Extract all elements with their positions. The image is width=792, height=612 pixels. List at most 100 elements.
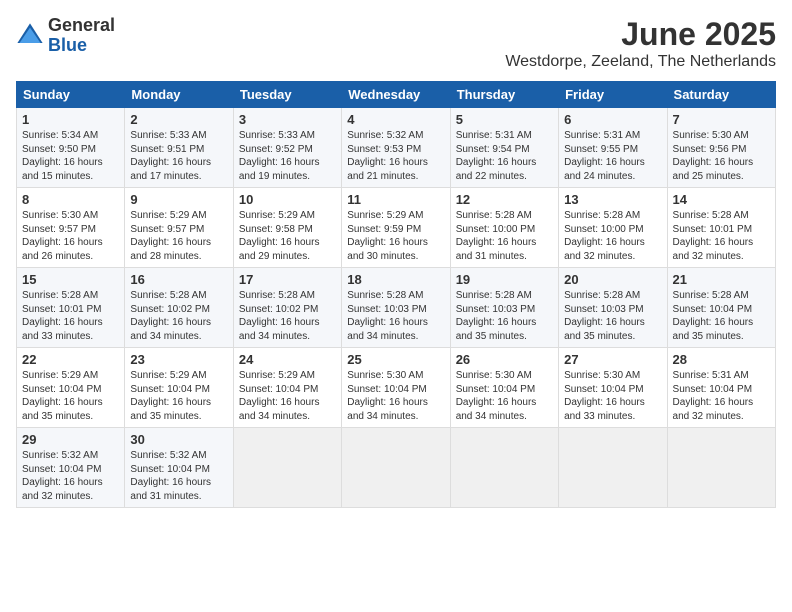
day-cell-25: 25 Sunrise: 5:30 AMSunset: 10:04 PMDaylig… xyxy=(342,348,450,428)
header-sunday: Sunday xyxy=(17,82,125,108)
week-row-1: 1 Sunrise: 5:34 AMSunset: 9:50 PMDaylight… xyxy=(17,108,776,188)
day-info: Sunrise: 5:28 AMSunset: 10:01 PMDaylight… xyxy=(673,209,770,263)
day-info: Sunrise: 5:30 AMSunset: 9:57 PMDaylight:… xyxy=(22,209,119,263)
day-info: Sunrise: 5:30 AMSunset: 9:56 PMDaylight:… xyxy=(673,129,770,183)
title-block: June 2025 Westdorpe, Zeeland, The Nether… xyxy=(505,16,776,71)
calendar-table: SundayMondayTuesdayWednesdayThursdayFrid… xyxy=(16,81,776,508)
day-info: Sunrise: 5:29 AMSunset: 9:57 PMDaylight:… xyxy=(130,209,227,263)
logo-text: General Blue xyxy=(48,16,115,56)
day-info: Sunrise: 5:32 AMSunset: 10:04 PMDaylight… xyxy=(22,449,119,503)
day-cell-24: 24 Sunrise: 5:29 AMSunset: 10:04 PMDaylig… xyxy=(233,348,341,428)
logo: General Blue xyxy=(16,16,115,56)
day-number: 18 xyxy=(347,272,444,287)
day-number: 25 xyxy=(347,352,444,367)
day-number: 15 xyxy=(22,272,119,287)
day-cell-17: 17 Sunrise: 5:28 AMSunset: 10:02 PMDaylig… xyxy=(233,268,341,348)
day-number: 24 xyxy=(239,352,336,367)
day-info: Sunrise: 5:28 AMSunset: 10:02 PMDaylight… xyxy=(130,289,227,343)
day-number: 11 xyxy=(347,192,444,207)
day-number: 3 xyxy=(239,112,336,127)
day-cell-9: 9 Sunrise: 5:29 AMSunset: 9:57 PMDaylight… xyxy=(125,188,233,268)
day-cell-5: 5Sunrise: 5:31 AMSunset: 9:54 PMDaylight… xyxy=(450,108,558,188)
empty-cell xyxy=(233,428,341,508)
day-number: 19 xyxy=(456,272,553,287)
day-cell-13: 13Sunrise: 5:28 AMSunset: 10:00 PMDaylig… xyxy=(559,188,667,268)
day-number: 26 xyxy=(456,352,553,367)
week-row-5: 29 Sunrise: 5:32 AMSunset: 10:04 PMDaylig… xyxy=(17,428,776,508)
day-number: 10 xyxy=(239,192,336,207)
day-number: 8 xyxy=(22,192,119,207)
day-cell-3: 3Sunrise: 5:33 AMSunset: 9:52 PMDaylight… xyxy=(233,108,341,188)
header-monday: Monday xyxy=(125,82,233,108)
day-info: Sunrise: 5:28 AMSunset: 10:01 PMDaylight… xyxy=(22,289,119,343)
header-friday: Friday xyxy=(559,82,667,108)
day-cell-16: 16 Sunrise: 5:28 AMSunset: 10:02 PMDaylig… xyxy=(125,268,233,348)
day-info: Sunrise: 5:31 AMSunset: 9:55 PMDaylight:… xyxy=(564,129,661,183)
day-info: Sunrise: 5:33 AMSunset: 9:51 PMDaylight:… xyxy=(130,129,227,183)
day-info: Sunrise: 5:31 AMSunset: 10:04 PMDaylight… xyxy=(673,369,770,423)
week-row-4: 22Sunrise: 5:29 AMSunset: 10:04 PMDaylig… xyxy=(17,348,776,428)
day-cell-23: 23Sunrise: 5:29 AMSunset: 10:04 PMDaylig… xyxy=(125,348,233,428)
page-header: General Blue June 2025 Westdorpe, Zeelan… xyxy=(16,16,776,71)
day-info: Sunrise: 5:29 AMSunset: 10:04 PMDaylight… xyxy=(22,369,119,423)
day-number: 6 xyxy=(564,112,661,127)
day-number: 1 xyxy=(22,112,119,127)
empty-cell xyxy=(342,428,450,508)
day-number: 27 xyxy=(564,352,661,367)
day-number: 17 xyxy=(239,272,336,287)
day-cell-20: 20 Sunrise: 5:28 AMSunset: 10:03 PMDaylig… xyxy=(559,268,667,348)
day-cell-21: 21Sunrise: 5:28 AMSunset: 10:04 PMDaylig… xyxy=(667,268,775,348)
logo-icon xyxy=(16,22,44,50)
day-info: Sunrise: 5:29 AMSunset: 10:04 PMDaylight… xyxy=(239,369,336,423)
day-cell-29: 29 Sunrise: 5:32 AMSunset: 10:04 PMDaylig… xyxy=(17,428,125,508)
day-info: Sunrise: 5:28 AMSunset: 10:00 PMDaylight… xyxy=(456,209,553,263)
day-info: Sunrise: 5:29 AMSunset: 10:04 PMDaylight… xyxy=(130,369,227,423)
day-info: Sunrise: 5:28 AMSunset: 10:03 PMDaylight… xyxy=(347,289,444,343)
header-tuesday: Tuesday xyxy=(233,82,341,108)
day-cell-11: 11 Sunrise: 5:29 AMSunset: 9:59 PMDayligh… xyxy=(342,188,450,268)
day-info: Sunrise: 5:32 AMSunset: 9:53 PMDaylight:… xyxy=(347,129,444,183)
empty-cell xyxy=(450,428,558,508)
logo-blue: Blue xyxy=(48,36,115,56)
week-row-2: 8 Sunrise: 5:30 AMSunset: 9:57 PMDaylight… xyxy=(17,188,776,268)
header-saturday: Saturday xyxy=(667,82,775,108)
day-number: 14 xyxy=(673,192,770,207)
day-cell-1: 1 Sunrise: 5:34 AMSunset: 9:50 PMDaylight… xyxy=(17,108,125,188)
logo-general: General xyxy=(48,16,115,36)
day-cell-28: 28 Sunrise: 5:31 AMSunset: 10:04 PMDaylig… xyxy=(667,348,775,428)
header-thursday: Thursday xyxy=(450,82,558,108)
location-title: Westdorpe, Zeeland, The Netherlands xyxy=(505,53,776,71)
day-info: Sunrise: 5:30 AMSunset: 10:04 PMDaylight… xyxy=(456,369,553,423)
header-row: SundayMondayTuesdayWednesdayThursdayFrid… xyxy=(17,82,776,108)
day-cell-10: 10Sunrise: 5:29 AMSunset: 9:58 PMDayligh… xyxy=(233,188,341,268)
day-info: Sunrise: 5:28 AMSunset: 10:02 PMDaylight… xyxy=(239,289,336,343)
day-info: Sunrise: 5:28 AMSunset: 10:04 PMDaylight… xyxy=(673,289,770,343)
day-info: Sunrise: 5:31 AMSunset: 9:54 PMDaylight:… xyxy=(456,129,553,183)
day-cell-14: 14 Sunrise: 5:28 AMSunset: 10:01 PMDaylig… xyxy=(667,188,775,268)
day-info: Sunrise: 5:30 AMSunset: 10:04 PMDaylight… xyxy=(347,369,444,423)
day-number: 9 xyxy=(130,192,227,207)
day-cell-12: 12Sunrise: 5:28 AMSunset: 10:00 PMDaylig… xyxy=(450,188,558,268)
day-info: Sunrise: 5:34 AMSunset: 9:50 PMDaylight:… xyxy=(22,129,119,183)
day-cell-27: 27 Sunrise: 5:30 AMSunset: 10:04 PMDaylig… xyxy=(559,348,667,428)
empty-cell xyxy=(559,428,667,508)
day-number: 2 xyxy=(130,112,227,127)
day-number: 28 xyxy=(673,352,770,367)
day-number: 16 xyxy=(130,272,227,287)
day-number: 29 xyxy=(22,432,119,447)
day-cell-30: 30 Sunrise: 5:32 AMSunset: 10:04 PMDaylig… xyxy=(125,428,233,508)
day-cell-22: 22Sunrise: 5:29 AMSunset: 10:04 PMDaylig… xyxy=(17,348,125,428)
day-info: Sunrise: 5:30 AMSunset: 10:04 PMDaylight… xyxy=(564,369,661,423)
day-number: 30 xyxy=(130,432,227,447)
day-cell-6: 6 Sunrise: 5:31 AMSunset: 9:55 PMDaylight… xyxy=(559,108,667,188)
day-number: 20 xyxy=(564,272,661,287)
day-info: Sunrise: 5:29 AMSunset: 9:59 PMDaylight:… xyxy=(347,209,444,263)
day-info: Sunrise: 5:32 AMSunset: 10:04 PMDaylight… xyxy=(130,449,227,503)
week-row-3: 15 Sunrise: 5:28 AMSunset: 10:01 PMDaylig… xyxy=(17,268,776,348)
day-cell-4: 4 Sunrise: 5:32 AMSunset: 9:53 PMDaylight… xyxy=(342,108,450,188)
day-info: Sunrise: 5:28 AMSunset: 10:00 PMDaylight… xyxy=(564,209,661,263)
day-info: Sunrise: 5:28 AMSunset: 10:03 PMDaylight… xyxy=(564,289,661,343)
day-number: 4 xyxy=(347,112,444,127)
day-cell-7: 7Sunrise: 5:30 AMSunset: 9:56 PMDaylight… xyxy=(667,108,775,188)
day-cell-26: 26 Sunrise: 5:30 AMSunset: 10:04 PMDaylig… xyxy=(450,348,558,428)
